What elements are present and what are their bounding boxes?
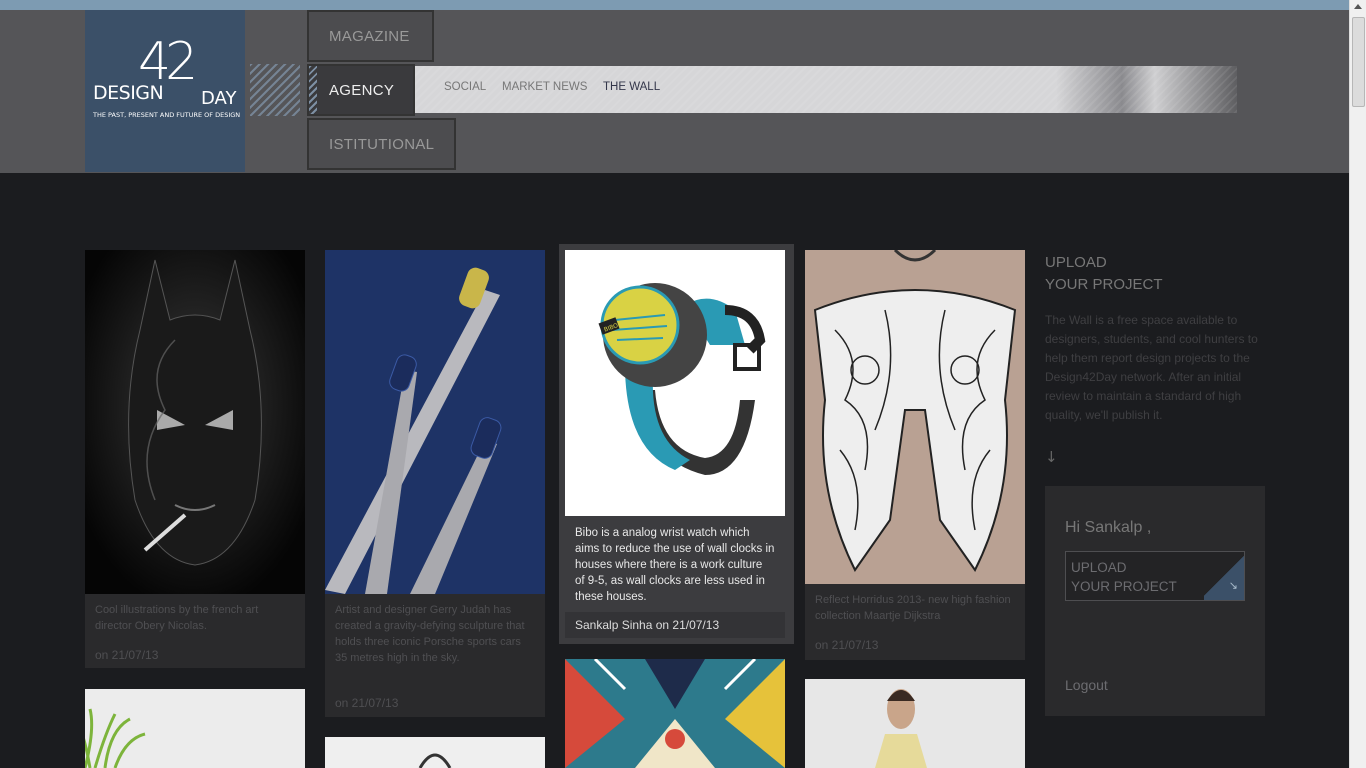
card-caption: Artist and designer Gerry Judah has crea… [335,604,525,664]
scrollbar-thumb[interactable] [1352,17,1365,107]
batman-illustration [85,250,305,594]
bag-photo [325,737,545,768]
porsche-sculpture-photo [325,250,545,594]
nav-magazine[interactable]: MAGAZINE [307,10,434,62]
card-caption: Cool illustrations by the french art dir… [95,604,259,632]
featured-author-date[interactable]: Sankalp Sinha on 21/07/13 [565,612,785,638]
wall-card-plant[interactable] [78,689,305,768]
nav-agency[interactable]: AGENCY [307,64,415,116]
subnav-the-wall[interactable]: THE WALL [603,81,660,93]
wall-card-bag[interactable] [325,737,545,768]
wall-description: The Wall is a free space available to de… [1045,313,1258,422]
nav-agency-label: AGENCY [329,81,395,99]
page-scrollbar[interactable] [1349,0,1366,768]
wall-card-model[interactable] [805,679,1025,768]
fashion-collection-photo [805,250,1025,584]
upload-corner: ↘ [1204,552,1244,600]
user-greeting: Hi Sankalp , [1065,519,1152,536]
wall-card-pattern[interactable] [565,657,785,768]
card-date: on 21/07/13 [95,648,159,662]
subnav-bar: SOCIAL MARKET NEWS THE WALL [415,66,1237,113]
logo-tagline: THE PAST, PRESENT AND FUTURE OF DESIGN [93,111,241,119]
card-caption: Reflect Horridus 2013- new high fashion … [815,594,1011,622]
nav-decoration [250,64,300,116]
upload-title: UPLOAD YOUR PROJECT [1045,252,1163,296]
scroll-up-icon[interactable] [1354,4,1362,9]
wall-card-porsche[interactable]: Artist and designer Gerry Judah has crea… [325,250,545,717]
wall-card-featured-bibo[interactable]: BIBO Bibo is a analog wrist watch which … [559,244,794,644]
upload-title-line2: YOUR PROJECT [1045,276,1163,293]
upload-project-button[interactable]: UPLOAD YOUR PROJECT ↘ [1065,551,1245,601]
logo-number: 42 [138,32,198,92]
pattern-artwork [565,657,785,768]
active-stripe [309,66,317,114]
site-logo[interactable]: DESIGN 42 DAY THE PAST, PRESENT AND FUTU… [85,10,245,172]
logo-day-text: DAY [201,88,237,109]
top-strip [0,0,1349,10]
bibo-watch-image: BIBO [565,250,785,516]
card-date: on 21/07/13 [815,638,879,652]
down-arrow-icon: ↓ [1045,448,1058,466]
logout-link[interactable]: Logout [1065,677,1108,693]
featured-caption: Bibo is a analog wrist watch which aims … [575,527,775,603]
model-photo [805,679,1025,768]
upload-title-line1: UPLOAD [1045,254,1107,271]
wall-card-batman[interactable]: Cool illustrations by the french art dir… [85,250,305,668]
user-panel: Hi Sankalp , UPLOAD YOUR PROJECT ↘ Logou… [1045,486,1265,716]
subnav-market-news[interactable]: MARKET NEWS [502,81,587,93]
wall-card-fashion[interactable]: Reflect Horridus 2013- new high fashion … [805,250,1025,660]
nav-istitutional[interactable]: ISTITUTIONAL [307,118,456,170]
subnav-social[interactable]: SOCIAL [444,81,486,93]
card-date: on 21/07/13 [335,696,399,710]
arrow-down-right-icon: ↘ [1228,580,1238,592]
plant-photo [78,689,305,768]
